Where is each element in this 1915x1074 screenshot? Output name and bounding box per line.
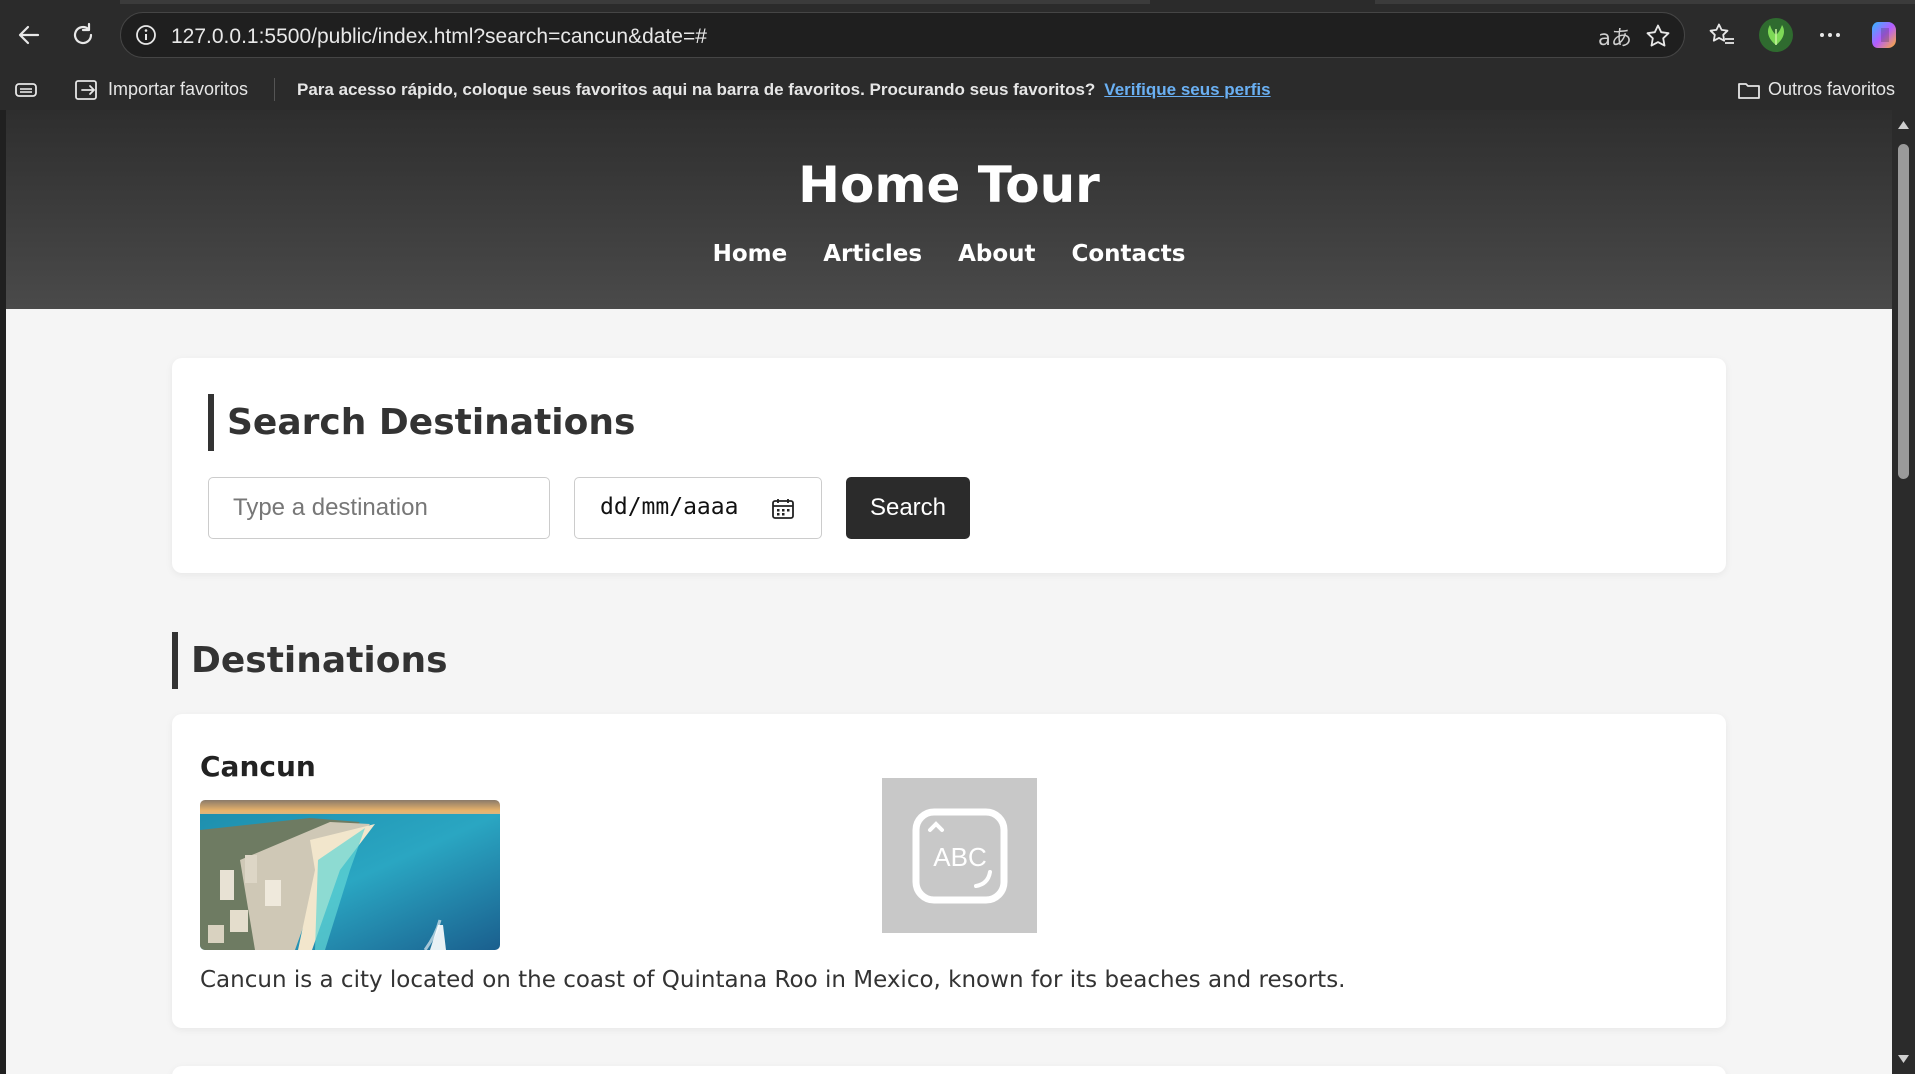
back-button[interactable] [9, 15, 49, 55]
page-scrollbar[interactable] [1892, 110, 1915, 1074]
favorites-icon [1709, 23, 1734, 44]
site-header: Home Tour Home Articles About Contacts [6, 110, 1892, 309]
nav-link-articles[interactable]: Articles [823, 241, 922, 267]
other-favorites-label: Outros favoritos [1768, 79, 1896, 99]
destination-input[interactable] [208, 477, 550, 539]
import-favorites-label: Importar favoritos [108, 79, 249, 99]
profile-button[interactable] [1756, 15, 1796, 55]
site-title: Home Tour [798, 156, 1100, 214]
nav-link-contacts[interactable]: Contacts [1072, 241, 1186, 267]
search-card: Search Destinations dd/mm/aaaa Search [172, 358, 1726, 573]
other-favorites-button[interactable]: Outros favoritos [1737, 69, 1895, 110]
destination-description: Cancun is a city located on the coast of… [200, 967, 1346, 993]
read-aloud-icon[interactable]: aあ [1598, 22, 1632, 52]
favorites-button[interactable] [1702, 15, 1742, 55]
destination-card: Cancun ABC Cancun is a city located on t… [172, 714, 1726, 1028]
nav-link-home[interactable]: Home [713, 241, 788, 267]
import-icon [75, 79, 97, 100]
copilot-button[interactable] [1865, 15, 1905, 55]
scroll-up-icon[interactable] [1897, 120, 1910, 130]
refresh-icon [73, 22, 93, 45]
date-placeholder: dd/mm/aaaa [600, 494, 739, 520]
bookmarks-message: Para acesso rápido, coloque seus favorit… [297, 69, 1271, 110]
image-placeholder: ABC [882, 778, 1037, 933]
calendar-icon[interactable] [771, 497, 795, 521]
scroll-down-icon[interactable] [1897, 1054, 1910, 1064]
url-text[interactable]: 127.0.0.1:5500/public/index.html?search=… [171, 25, 707, 49]
favorite-star-icon[interactable] [1645, 23, 1671, 49]
site-info-icon[interactable] [135, 24, 157, 46]
placeholder-text: ABC [933, 842, 986, 872]
bookmarks-bar: Importar favoritos Para acesso rápido, c… [0, 69, 1915, 110]
destination-name: Cancun [200, 750, 316, 783]
scrollbar-thumb[interactable] [1898, 144, 1909, 479]
bookmarks-divider [274, 78, 275, 101]
broken-image-icon: ABC [912, 808, 1008, 904]
profile-icon [1759, 18, 1793, 52]
tab-strip [120, 0, 1150, 4]
nav-link-about[interactable]: About [958, 241, 1035, 267]
main-nav: Home Articles About Contacts [6, 241, 1892, 267]
search-button[interactable]: Search [846, 477, 970, 539]
bookmarks-message-text: Para acesso rápido, coloque seus favorit… [297, 79, 1096, 99]
browser-toolbar: 127.0.0.1:5500/public/index.html?search=… [0, 0, 1915, 69]
collections-button[interactable] [14, 69, 38, 110]
more-button[interactable] [1810, 15, 1850, 55]
destination-image [200, 800, 500, 950]
import-favorites-button[interactable]: Importar favoritos [74, 69, 248, 110]
check-profiles-link[interactable]: Verifique seus perfis [1104, 80, 1270, 100]
search-heading: Search Destinations [208, 394, 635, 451]
refresh-button[interactable] [63, 15, 103, 55]
destinations-heading: Destinations [172, 632, 448, 689]
address-bar[interactable]: 127.0.0.1:5500/public/index.html?search=… [120, 12, 1685, 58]
more-icon [1820, 33, 1840, 37]
page-viewport: Home Tour Home Articles About Contacts S… [6, 110, 1892, 1074]
folder-icon [1738, 82, 1760, 99]
back-icon [18, 25, 40, 45]
copilot-icon [1872, 22, 1896, 48]
next-destination-card [172, 1066, 1726, 1074]
date-input[interactable]: dd/mm/aaaa [574, 477, 822, 539]
collections-icon [15, 82, 37, 97]
tab-strip-right [1375, 0, 1915, 4]
